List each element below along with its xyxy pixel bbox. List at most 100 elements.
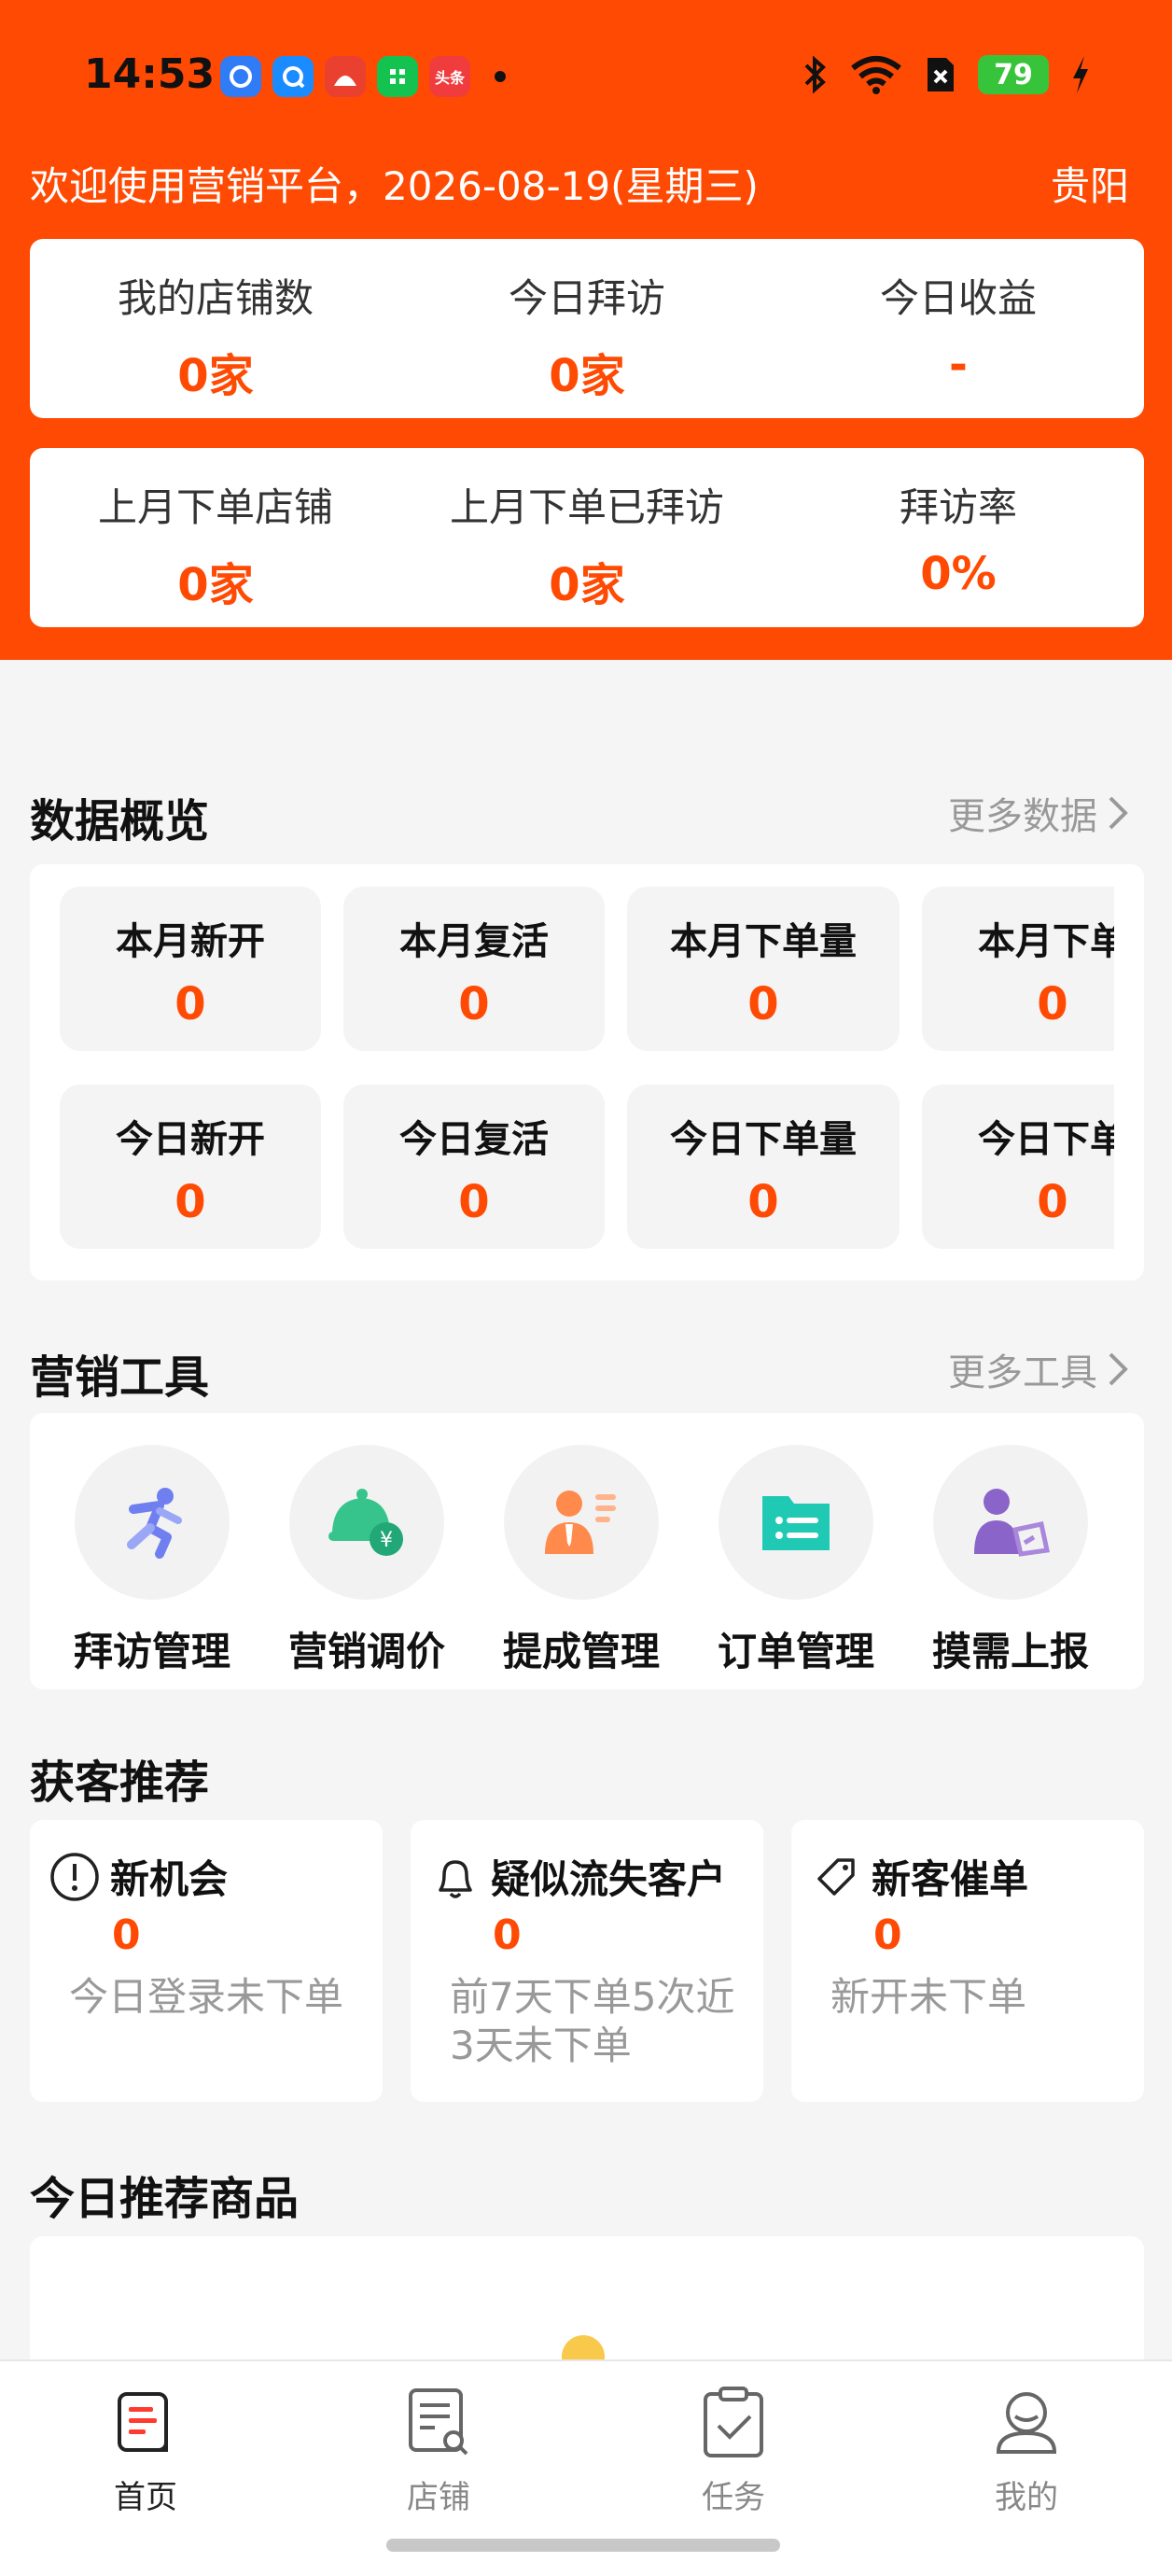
stats-card-today: 我的店铺数 0家 今日拜访 0家 今日收益 - — [30, 239, 1144, 418]
charging-icon — [1073, 56, 1088, 93]
rec-desc: 今日登录未下单 — [69, 1974, 344, 2020]
stat-value: - — [949, 339, 968, 391]
tool-label: 订单管理 — [717, 1629, 874, 1674]
welcome-text: 欢迎使用营销平台，2026-08-19(星期三) — [30, 163, 759, 209]
tool-label: 拜访管理 — [73, 1629, 230, 1674]
stat-today-income[interactable]: 今日收益 - — [773, 267, 1144, 418]
rec-new-opportunity[interactable]: 新机会 0 今日登录未下单 — [30, 1820, 383, 2102]
shop-search-icon — [345, 2380, 532, 2464]
tab-label: 首页 — [114, 2479, 177, 2516]
stat-today-visits[interactable]: 今日拜访 0家 — [401, 267, 773, 418]
metric-value: 0 — [458, 978, 490, 1030]
metric-label: 今日新开 — [116, 1118, 265, 1161]
metric-label: 今日下单 — [978, 1118, 1127, 1161]
stat-last-month-visited[interactable]: 上月下单已拜访 0家 — [401, 476, 773, 627]
stat-last-month-ordered[interactable]: 上月下单店铺 0家 — [30, 476, 401, 627]
rec-title: 疑似流失客户 — [491, 1856, 727, 1902]
home-doc-icon — [52, 2380, 239, 2464]
no-sim-icon — [928, 58, 954, 91]
chevron-right-icon — [1109, 796, 1128, 830]
stat-my-stores[interactable]: 我的店铺数 0家 — [30, 267, 401, 418]
metric-label: 今日下单量 — [670, 1118, 857, 1161]
tab-home[interactable]: 首页 — [52, 2380, 239, 2517]
svg-text:¥: ¥ — [380, 1529, 393, 1552]
tool-demand-report[interactable]: 摸需上报 — [913, 1445, 1109, 1677]
tab-shop[interactable]: 店铺 — [345, 2380, 532, 2517]
tab-mine[interactable]: 我的 — [933, 2380, 1120, 2517]
metric-today-revived[interactable]: 今日复活 0 — [343, 1085, 605, 1249]
metric-month-ordered[interactable]: 本月下单 0 — [922, 887, 1144, 1051]
metric-value: 0 — [747, 978, 779, 1030]
stat-label: 今日拜访 — [508, 275, 665, 321]
tools-title: 营销工具 — [30, 1351, 210, 1404]
price-bell-icon: ¥ — [289, 1445, 444, 1600]
rec-title: 新机会 — [110, 1856, 229, 1902]
metric-month-new[interactable]: 本月新开 0 — [60, 887, 321, 1051]
metric-value: 0 — [174, 978, 206, 1030]
metric-month-orders[interactable]: 本月下单量 0 — [627, 887, 900, 1051]
stat-value: 0% — [920, 548, 997, 600]
bell-icon — [439, 1859, 472, 1898]
more-data-label: 更多数据 — [948, 795, 1097, 838]
tools-panel: 拜访管理 ¥ 营销调价 提成管理 订单管理 摸需上报 — [30, 1413, 1144, 1689]
metric-label: 本月复活 — [399, 920, 549, 963]
stats-card-last-month: 上月下单店铺 0家 上月下单已拜访 0家 拜访率 0% — [30, 448, 1144, 627]
tab-task[interactable]: 任务 — [640, 2380, 827, 2517]
tool-price-adjust[interactable]: ¥ 营销调价 — [269, 1445, 465, 1677]
stat-label: 今日收益 — [879, 275, 1037, 321]
overview-title: 数据概览 — [30, 795, 210, 847]
metric-value: 0 — [1037, 1176, 1068, 1228]
overview-panel: 本月新开 0 本月复活 0 本月下单量 0 本月下单 0 今日新开 0 今日复活… — [30, 864, 1144, 1281]
rec-desc: 前7天下单5次近3天未下单 — [450, 1974, 735, 2068]
rec-header: 疑似流失客户 — [429, 1848, 726, 1905]
more-notifications-dot — [495, 71, 506, 82]
fire-app-icon — [325, 56, 366, 97]
tab-label: 任务 — [702, 2479, 765, 2516]
metric-today-new[interactable]: 今日新开 0 — [60, 1085, 321, 1249]
tool-label: 提成管理 — [502, 1629, 660, 1674]
order-list-icon — [719, 1445, 873, 1600]
metric-month-revived[interactable]: 本月复活 0 — [343, 887, 605, 1051]
chevron-right-icon — [1109, 1352, 1128, 1386]
stat-label: 上月下单已拜访 — [449, 484, 724, 530]
tool-label: 营销调价 — [287, 1629, 445, 1674]
more-data-link[interactable]: 更多数据 — [948, 786, 1129, 840]
rec-new-customer-reminder[interactable]: 新客催单 0 新开未下单 — [791, 1820, 1144, 2102]
notification-app-icons: 头条 — [220, 56, 506, 97]
wechat-mini-icon — [377, 56, 418, 97]
tool-visit-management[interactable]: 拜访管理 — [54, 1445, 250, 1677]
tab-label: 店铺 — [407, 2479, 470, 2516]
tool-commission[interactable]: 提成管理 — [483, 1445, 679, 1677]
rec-value: 0 — [112, 1911, 141, 1959]
metric-today-ordered[interactable]: 今日下单 0 — [922, 1085, 1144, 1249]
rec-value: 0 — [493, 1911, 522, 1959]
metric-value: 0 — [174, 1176, 206, 1228]
status-bar: 14:53 头条 79 — [0, 0, 1172, 159]
more-tools-link[interactable]: 更多工具 — [948, 1342, 1129, 1396]
tab-label: 我的 — [995, 2479, 1058, 2516]
battery-level: 79 — [978, 55, 1049, 94]
metric-value: 0 — [458, 1176, 490, 1228]
status-right-icons: 79 — [801, 54, 1092, 95]
city-selector[interactable]: 贵阳 — [1051, 155, 1129, 212]
stat-value: 0家 — [177, 559, 254, 611]
rec-header: 新客催单 — [810, 1848, 1028, 1905]
stat-visit-rate[interactable]: 拜访率 0% — [773, 476, 1144, 627]
metric-label: 今日复活 — [399, 1118, 549, 1161]
stat-value: 0家 — [177, 350, 254, 402]
tool-order-management[interactable]: 订单管理 — [698, 1445, 894, 1677]
wifi-icon — [851, 56, 901, 94]
metric-label: 本月下单 — [978, 920, 1127, 963]
profile-icon — [933, 2380, 1120, 2464]
rec-desc: 新开未下单 — [830, 1974, 1027, 2020]
tool-label: 摸需上报 — [931, 1629, 1089, 1674]
rec-title: 新客催单 — [872, 1856, 1029, 1902]
metric-today-orders[interactable]: 今日下单量 0 — [627, 1085, 900, 1249]
metric-label: 本月下单量 — [670, 920, 857, 963]
stat-label: 上月下单店铺 — [97, 484, 333, 530]
rec-churn-risk[interactable]: 疑似流失客户 0 前7天下单5次近3天未下单 — [411, 1820, 763, 2102]
home-indicator — [386, 2539, 780, 2552]
metric-value: 0 — [747, 1176, 779, 1228]
metric-value: 0 — [1037, 978, 1068, 1030]
bluetooth-icon — [804, 55, 826, 94]
